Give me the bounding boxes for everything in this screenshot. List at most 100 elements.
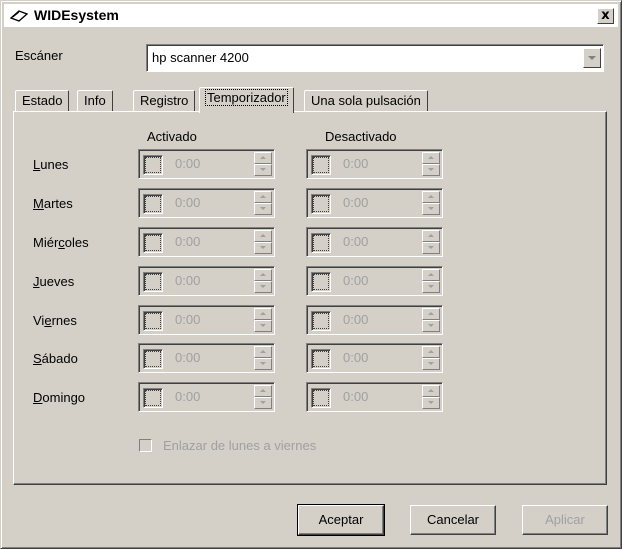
time-picker-off[interactable]: 0:00 — [306, 382, 443, 412]
link-weekdays-label: Enlazar de lunes a viernes — [163, 438, 317, 453]
time-value[interactable]: 0:00 — [175, 195, 200, 210]
spin-up-icon[interactable] — [254, 346, 272, 358]
time-picker-off[interactable]: 0:00 — [306, 188, 443, 218]
tab-una-sola-pulsacion[interactable]: Una sola pulsación — [304, 90, 428, 112]
spin-up-icon[interactable] — [422, 269, 440, 281]
spin-up-icon[interactable] — [422, 230, 440, 242]
spin-down-icon[interactable] — [254, 242, 272, 254]
spin-down-icon[interactable] — [254, 164, 272, 176]
time-value[interactable]: 0:00 — [343, 273, 368, 288]
time-enable-checkbox[interactable] — [143, 194, 163, 214]
time-picker-on[interactable]: 0:00 — [138, 305, 275, 335]
tab-info[interactable]: Info — [77, 90, 113, 112]
time-value[interactable]: 0:00 — [343, 156, 368, 171]
time-value[interactable]: 0:00 — [343, 350, 368, 365]
spin-down-icon[interactable] — [254, 281, 272, 293]
day-label-accel: M — [33, 196, 44, 211]
day-label-accel: e — [44, 313, 52, 328]
spin-up-icon[interactable] — [422, 308, 440, 320]
spin-up-icon[interactable] — [422, 191, 440, 203]
time-picker-on[interactable]: 0:00 — [138, 149, 275, 179]
time-value[interactable]: 0:00 — [175, 273, 200, 288]
column-header-desactivado: Desactivado — [325, 129, 397, 144]
tab-temporizador[interactable]: Temporizador — [199, 87, 294, 113]
time-value[interactable]: 0:00 — [343, 312, 368, 327]
time-value[interactable]: 0:00 — [175, 350, 200, 365]
time-enable-checkbox[interactable] — [143, 155, 163, 175]
spin-down-icon[interactable] — [422, 358, 440, 370]
time-enable-checkbox[interactable] — [311, 233, 331, 253]
spin-down-icon[interactable] — [422, 242, 440, 254]
time-value[interactable]: 0:00 — [343, 234, 368, 249]
tab-registro[interactable]: Registro — [133, 90, 196, 112]
chevron-down-icon[interactable] — [583, 48, 601, 68]
scanner-app-icon — [10, 10, 28, 22]
spin-up-icon[interactable] — [254, 230, 272, 242]
tab-label: Estado — [22, 93, 63, 108]
time-picker-on[interactable]: 0:00 — [138, 266, 275, 296]
time-enable-checkbox[interactable] — [143, 272, 163, 292]
day-label-rest: rnes — [51, 313, 77, 328]
time-value[interactable]: 0:00 — [343, 389, 368, 404]
time-enable-checkbox[interactable] — [311, 311, 331, 331]
title-bar: WIDEsystem x — [4, 4, 618, 28]
dialog-window: WIDEsystem x Escáner hp scanner 4200 Est… — [0, 0, 622, 549]
time-picker-off[interactable]: 0:00 — [306, 227, 443, 257]
spin-down-icon[interactable] — [422, 397, 440, 409]
time-picker-on[interactable]: 0:00 — [138, 343, 275, 373]
time-picker-on[interactable]: 0:00 — [138, 382, 275, 412]
time-picker-off[interactable]: 0:00 — [306, 266, 443, 296]
spin-down-icon[interactable] — [422, 164, 440, 176]
spin-up-icon[interactable] — [422, 152, 440, 164]
spin-up-icon[interactable] — [254, 191, 272, 203]
tab-estado[interactable]: Estado — [15, 90, 70, 112]
time-value[interactable]: 0:00 — [175, 389, 200, 404]
spin-up-icon[interactable] — [254, 269, 272, 281]
time-value[interactable]: 0:00 — [343, 195, 368, 210]
day-label-rest: oles — [64, 235, 89, 250]
time-enable-checkbox[interactable] — [143, 233, 163, 253]
time-value[interactable]: 0:00 — [175, 156, 200, 171]
time-enable-checkbox[interactable] — [143, 349, 163, 369]
tab-label: Una sola pulsación — [311, 93, 421, 108]
scanner-label: Escáner — [15, 48, 63, 63]
spin-down-icon[interactable] — [422, 320, 440, 332]
apply-button[interactable]: Aplicar — [522, 505, 608, 535]
ok-button[interactable]: Aceptar — [297, 504, 385, 536]
time-enable-checkbox[interactable] — [143, 311, 163, 331]
spin-up-icon[interactable] — [254, 385, 272, 397]
time-enable-checkbox[interactable] — [311, 388, 331, 408]
tab-label: Info — [84, 93, 106, 108]
spin-down-icon[interactable] — [422, 281, 440, 293]
scanner-select[interactable]: hp scanner 4200 — [146, 44, 604, 72]
tab-label: Registro — [140, 93, 189, 108]
close-button[interactable]: x — [597, 8, 614, 24]
cancel-button[interactable]: Cancelar — [410, 505, 496, 535]
spin-down-icon[interactable] — [254, 320, 272, 332]
day-label-pre: Miér — [33, 235, 59, 250]
spin-up-icon[interactable] — [422, 385, 440, 397]
spin-down-icon[interactable] — [254, 358, 272, 370]
spin-down-icon[interactable] — [422, 203, 440, 215]
time-picker-off[interactable]: 0:00 — [306, 343, 443, 373]
spin-up-icon[interactable] — [422, 346, 440, 358]
time-picker-off[interactable]: 0:00 — [306, 305, 443, 335]
time-value[interactable]: 0:00 — [175, 234, 200, 249]
day-label: Viernes — [33, 313, 77, 328]
spin-up-icon[interactable] — [254, 308, 272, 320]
time-value[interactable]: 0:00 — [175, 312, 200, 327]
time-enable-checkbox[interactable] — [311, 155, 331, 175]
checkbox-box[interactable] — [139, 439, 152, 452]
time-enable-checkbox[interactable] — [311, 194, 331, 214]
time-enable-checkbox[interactable] — [311, 349, 331, 369]
day-label-accel: D — [33, 390, 43, 405]
spin-down-icon[interactable] — [254, 203, 272, 215]
spin-up-icon[interactable] — [254, 152, 272, 164]
spin-down-icon[interactable] — [254, 397, 272, 409]
scanner-select-value: hp scanner 4200 — [152, 50, 249, 65]
time-picker-on[interactable]: 0:00 — [138, 188, 275, 218]
time-enable-checkbox[interactable] — [311, 272, 331, 292]
time-picker-off[interactable]: 0:00 — [306, 149, 443, 179]
time-picker-on[interactable]: 0:00 — [138, 227, 275, 257]
time-enable-checkbox[interactable] — [143, 388, 163, 408]
